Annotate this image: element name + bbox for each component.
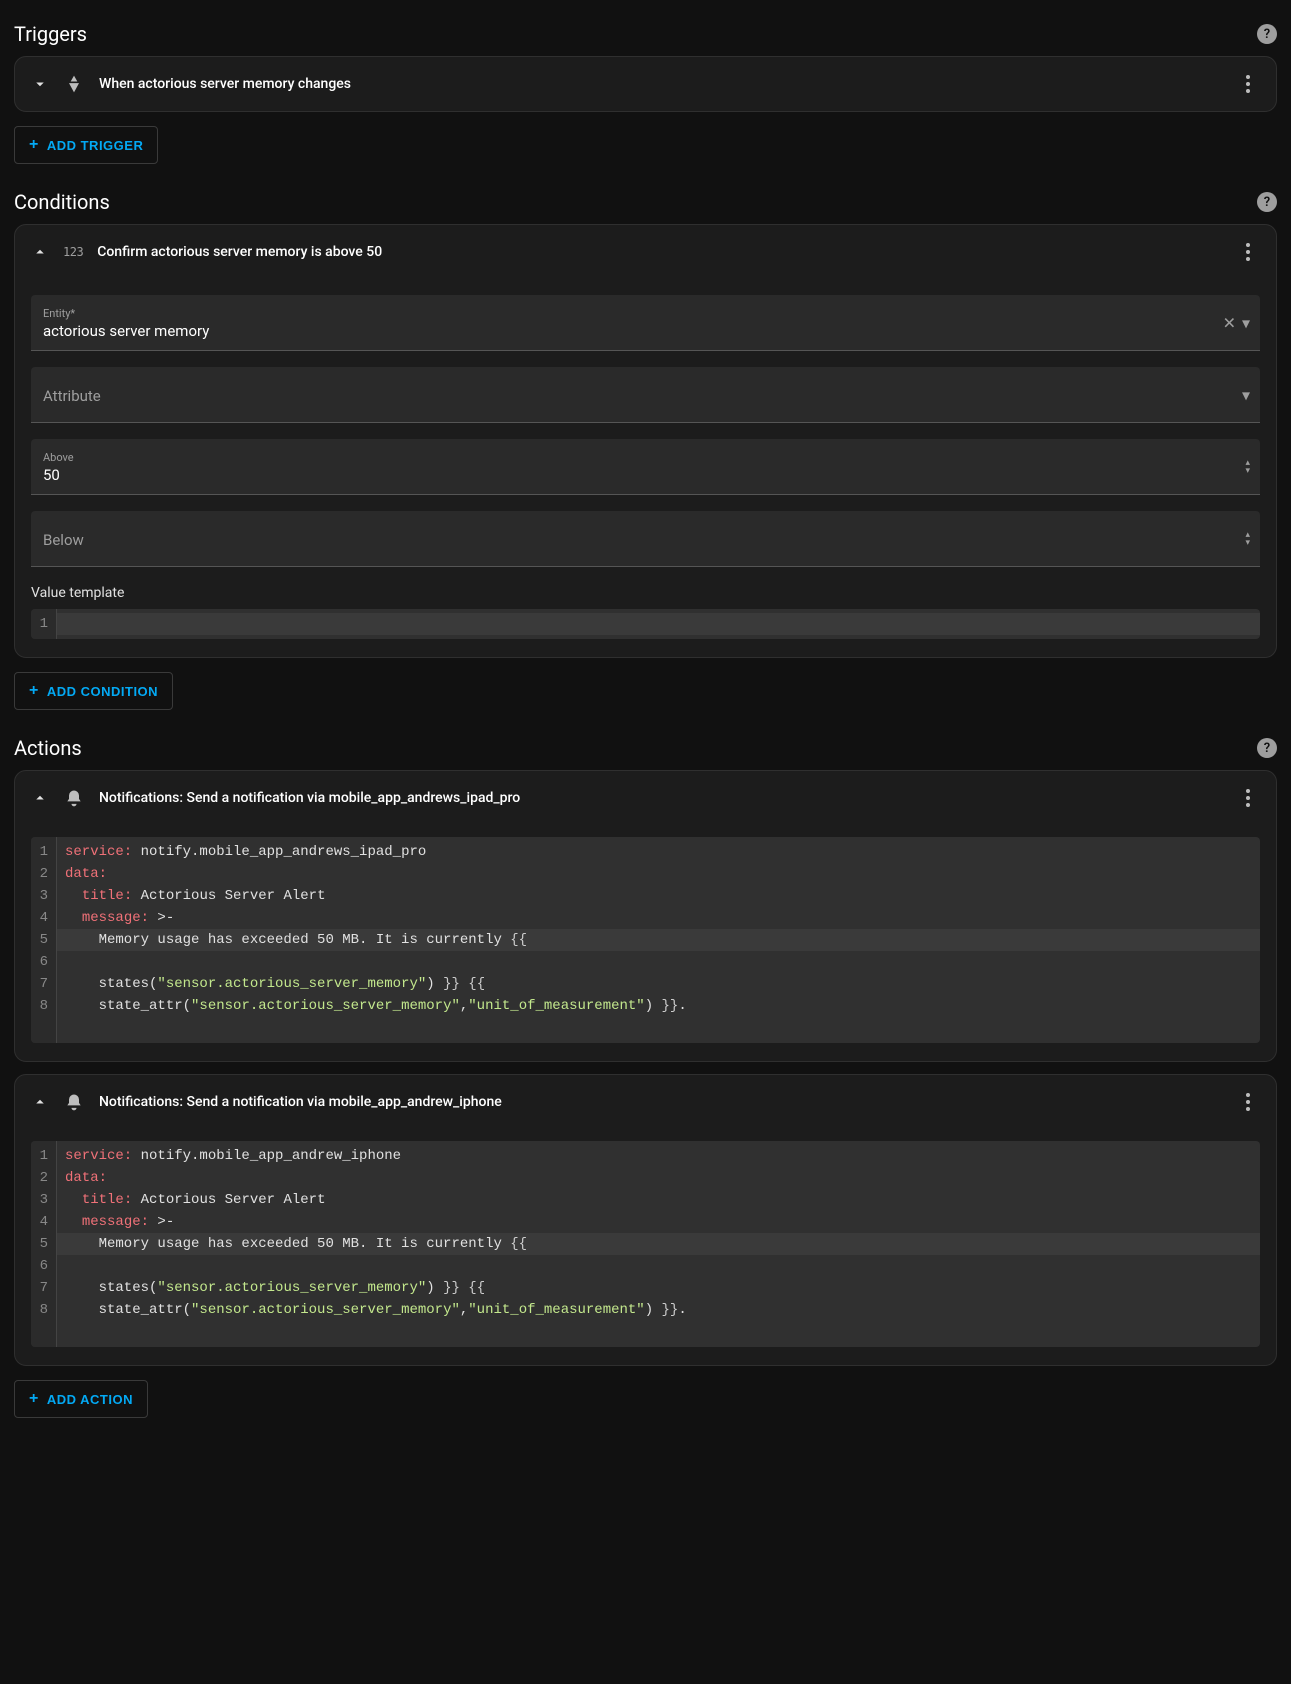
add-trigger-button[interactable]: + ADD TRIGGER (14, 126, 158, 164)
help-icon[interactable]: ? (1257, 738, 1277, 758)
dropdown-icon[interactable]: ▾ (1242, 313, 1250, 332)
gutter: 12345678 (31, 837, 57, 1043)
conditions-title: Conditions (14, 190, 110, 214)
number-stepper-icon[interactable]: ▴▾ (1245, 459, 1250, 475)
attribute-label: Attribute (43, 387, 1248, 405)
add-condition-button[interactable]: + ADD CONDITION (14, 672, 173, 710)
entity-value: actorious server memory (43, 322, 1248, 340)
conditions-section-header: Conditions ? (14, 190, 1277, 214)
chevron-up-icon[interactable] (31, 243, 49, 261)
condition-card: 123 Confirm actorious server memory is a… (14, 224, 1277, 658)
plus-icon: + (29, 137, 39, 153)
add-action-label: ADD ACTION (47, 1392, 133, 1407)
trigger-card-header[interactable]: When actorious server memory changes (15, 57, 1276, 111)
action-title: Notifications: Send a notification via m… (99, 1094, 1222, 1110)
yaml-editor[interactable]: 12345678service: notify.mobile_app_andre… (31, 1141, 1260, 1347)
action-menu-icon[interactable] (1236, 1089, 1260, 1115)
action-body: 12345678service: notify.mobile_app_andre… (15, 837, 1276, 1061)
value-template-label: Value template (31, 585, 1260, 601)
above-field[interactable]: Above 50 ▴▾ (31, 439, 1260, 495)
gutter: 12345678 (31, 1141, 57, 1347)
chevron-up-icon[interactable] (31, 789, 49, 807)
code-area[interactable]: service: notify.mobile_app_andrew_iphone… (57, 1141, 1260, 1347)
actions-section-header: Actions ? (14, 736, 1277, 760)
actions-title: Actions (14, 736, 82, 760)
action-title: Notifications: Send a notification via m… (99, 790, 1222, 806)
notification-icon (63, 787, 85, 809)
condition-body: Entity* actorious server memory ✕ ▾ Attr… (15, 295, 1276, 657)
below-field[interactable]: Below ▴▾ (31, 511, 1260, 567)
code-area[interactable] (57, 609, 1260, 639)
number-stepper-icon[interactable]: ▴▾ (1245, 531, 1250, 547)
gutter: 1 (31, 609, 57, 639)
value-template-editor[interactable]: 1 (31, 609, 1260, 639)
chevron-down-icon[interactable] (31, 75, 49, 93)
below-label: Below (43, 531, 1248, 549)
entity-field[interactable]: Entity* actorious server memory ✕ ▾ (31, 295, 1260, 351)
condition-card-header[interactable]: 123 Confirm actorious server memory is a… (15, 225, 1276, 279)
action-card-header[interactable]: Notifications: Send a notification via m… (15, 1075, 1276, 1129)
numeric-state-icon: 123 (63, 245, 83, 259)
notification-icon (63, 1091, 85, 1113)
plus-icon: + (29, 1391, 39, 1407)
trigger-menu-icon[interactable] (1236, 71, 1260, 97)
attribute-field[interactable]: Attribute ▾ (31, 367, 1260, 423)
dropdown-icon[interactable]: ▾ (1242, 385, 1250, 404)
triggers-title: Triggers (14, 22, 87, 46)
triggers-section-header: Triggers ? (14, 22, 1277, 46)
action-menu-icon[interactable] (1236, 785, 1260, 811)
help-icon[interactable]: ? (1257, 24, 1277, 44)
condition-menu-icon[interactable] (1236, 239, 1260, 265)
yaml-editor[interactable]: 12345678service: notify.mobile_app_andre… (31, 837, 1260, 1043)
trigger-title: When actorious server memory changes (99, 76, 1222, 92)
add-trigger-label: ADD TRIGGER (47, 138, 144, 153)
action-card-header[interactable]: Notifications: Send a notification via m… (15, 771, 1276, 825)
help-icon[interactable]: ? (1257, 192, 1277, 212)
chevron-up-icon[interactable] (31, 1093, 49, 1111)
above-value: 50 (43, 466, 1248, 484)
condition-title: Confirm actorious server memory is above… (97, 244, 1222, 260)
plus-icon: + (29, 683, 39, 699)
entity-label: Entity* (43, 307, 1248, 320)
action-body: 12345678service: notify.mobile_app_andre… (15, 1141, 1276, 1365)
clear-icon[interactable]: ✕ (1223, 313, 1236, 332)
code-area[interactable]: service: notify.mobile_app_andrews_ipad_… (57, 837, 1260, 1043)
add-action-button[interactable]: + ADD ACTION (14, 1380, 148, 1418)
action-card: Notifications: Send a notification via m… (14, 770, 1277, 1062)
above-label: Above (43, 451, 1248, 464)
action-card: Notifications: Send a notification via m… (14, 1074, 1277, 1366)
trigger-card: When actorious server memory changes (14, 56, 1277, 112)
state-change-icon (63, 73, 85, 95)
add-condition-label: ADD CONDITION (47, 684, 158, 699)
